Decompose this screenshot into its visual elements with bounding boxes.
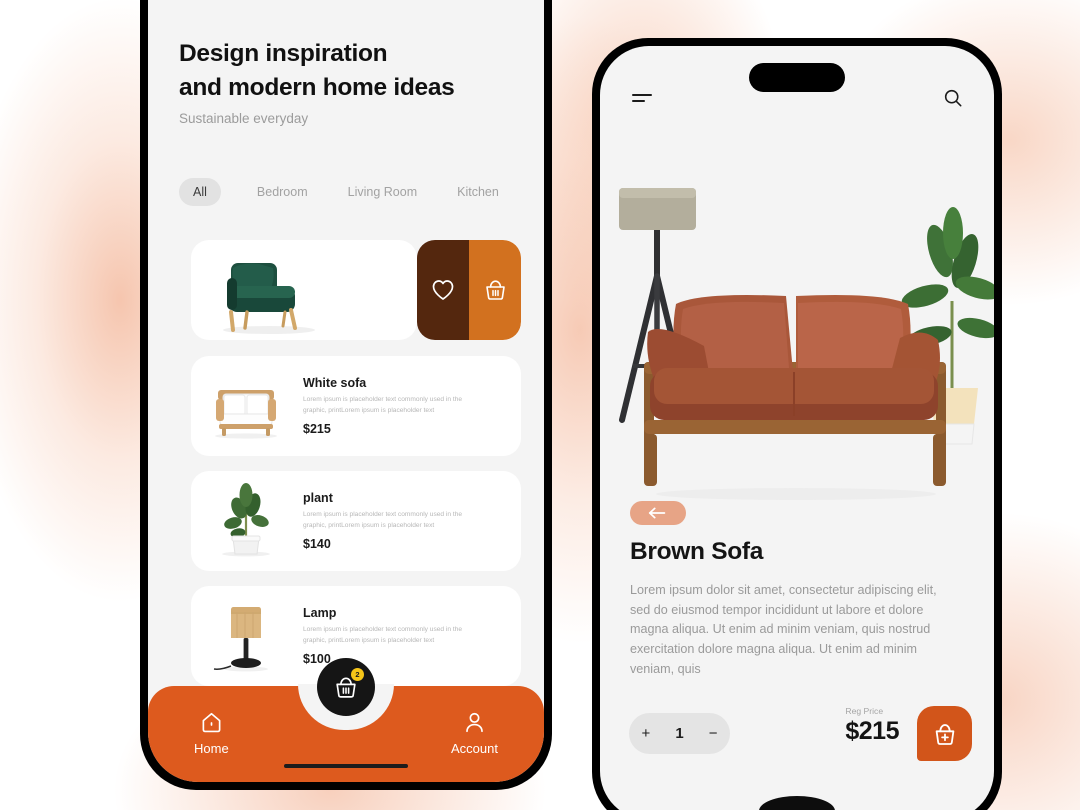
- phone-right-device: Brown Sofa Lorem ipsum dolor sit amet, c…: [592, 38, 1002, 810]
- quantity-decrement-button[interactable]: −: [709, 725, 718, 742]
- heart-icon: [432, 280, 454, 300]
- product-thumbnail: [205, 481, 287, 561]
- back-button[interactable]: [630, 501, 686, 525]
- product-description: Lorem ipsum is placeholder text commonly…: [303, 511, 463, 529]
- tab-all[interactable]: All: [179, 178, 221, 206]
- product-name: plant: [303, 491, 333, 506]
- product-name: White sofa: [303, 376, 367, 391]
- product-description: Lorem ipsum is placeholder text commonly…: [303, 626, 463, 644]
- cart-fab-button[interactable]: 2: [317, 658, 375, 716]
- nav-item-home[interactable]: Home: [194, 710, 229, 756]
- hamburger-icon: [632, 94, 652, 96]
- cart-badge: 2: [351, 668, 364, 681]
- purchase-bar: + 1 − Reg Price $215: [600, 706, 994, 768]
- favorite-button[interactable]: [417, 240, 469, 340]
- armchair-thumbnail: [203, 244, 333, 338]
- quantity-stepper[interactable]: + 1 −: [629, 713, 730, 754]
- product-detail-description: Lorem ipsum dolor sit amet, consectetur …: [630, 583, 937, 676]
- add-to-cart-button[interactable]: [469, 240, 521, 340]
- search-button[interactable]: [942, 87, 964, 114]
- hamburger-icon-line2: [632, 100, 645, 102]
- basket-plus-icon: [935, 723, 954, 745]
- tab-living-room[interactable]: Living Room: [334, 178, 431, 206]
- home-indicator: [759, 796, 835, 810]
- page-title-line1: Design inspiration: [179, 40, 388, 67]
- table-lamp-icon: [213, 607, 268, 672]
- phone-right-screen: Brown Sofa Lorem ipsum dolor sit amet, c…: [600, 46, 994, 810]
- product-thumbnail: [205, 366, 287, 446]
- nav-item-account-label: Account: [451, 741, 498, 756]
- product-card[interactable]: plant Lorem ipsum is placeholder text co…: [191, 471, 521, 571]
- detail-topbar: [600, 84, 994, 116]
- page-subtitle: Sustainable everyday: [179, 111, 309, 126]
- product-price: $140: [303, 536, 331, 551]
- product-card-armchair[interactable]: [191, 240, 417, 340]
- menu-button[interactable]: [632, 94, 652, 106]
- product-info: Lamp Lorem ipsum is placeholder text com…: [303, 606, 507, 665]
- category-tabs: All Bedroom Living Room Kitchen: [179, 178, 513, 206]
- tab-bedroom[interactable]: Bedroom: [243, 178, 322, 206]
- price-value: $215: [845, 717, 899, 745]
- swipe-actions: [417, 240, 521, 340]
- product-info: plant Lorem ipsum is placeholder text co…: [303, 491, 507, 550]
- product-list: White sofa Lorem ipsum is placeholder te…: [191, 240, 521, 701]
- screenshot-stage: Design inspiration and modern home ideas…: [0, 0, 1080, 810]
- product-price: $215: [303, 421, 331, 436]
- product-card[interactable]: White sofa Lorem ipsum is placeholder te…: [191, 356, 521, 456]
- product-row-swiped: [191, 240, 521, 340]
- price-block: Reg Price $215: [845, 706, 899, 746]
- quantity-value: 1: [675, 725, 684, 742]
- tab-kitchen[interactable]: Kitchen: [443, 178, 513, 206]
- user-icon: [466, 712, 483, 733]
- phone-left-device: Design inspiration and modern home ideas…: [140, 0, 552, 790]
- price-label: Reg Price: [845, 706, 884, 716]
- arrow-left-icon: [648, 507, 666, 519]
- product-detail-title: Brown Sofa: [630, 538, 764, 565]
- bottom-navigation: Home Account 2: [148, 658, 544, 782]
- green-armchair-icon: [223, 263, 315, 334]
- search-icon: [944, 89, 962, 107]
- page-title-line2: and modern home ideas: [179, 73, 455, 101]
- product-name: Lamp: [303, 606, 337, 621]
- nav-item-account[interactable]: Account: [451, 710, 498, 756]
- add-to-cart-button[interactable]: [917, 706, 972, 761]
- basket-icon: [485, 280, 505, 300]
- quantity-increment-button[interactable]: +: [642, 725, 651, 742]
- white-sofa-icon: [215, 390, 277, 439]
- nav-item-home-label: Home: [194, 741, 229, 756]
- product-description: Lorem ipsum is placeholder text commonly…: [303, 396, 463, 414]
- house-icon: [202, 712, 221, 733]
- potted-plant-icon: [222, 483, 270, 557]
- product-hero-image: [600, 176, 994, 521]
- home-indicator: [284, 764, 408, 768]
- brown-sofa-scene-icon: [619, 188, 994, 500]
- product-thumbnail: [205, 596, 287, 676]
- phone-left-screen: Design inspiration and modern home ideas…: [148, 0, 544, 782]
- page-title: Design inspiration and modern home ideas: [179, 37, 455, 105]
- product-info: White sofa Lorem ipsum is placeholder te…: [303, 376, 507, 435]
